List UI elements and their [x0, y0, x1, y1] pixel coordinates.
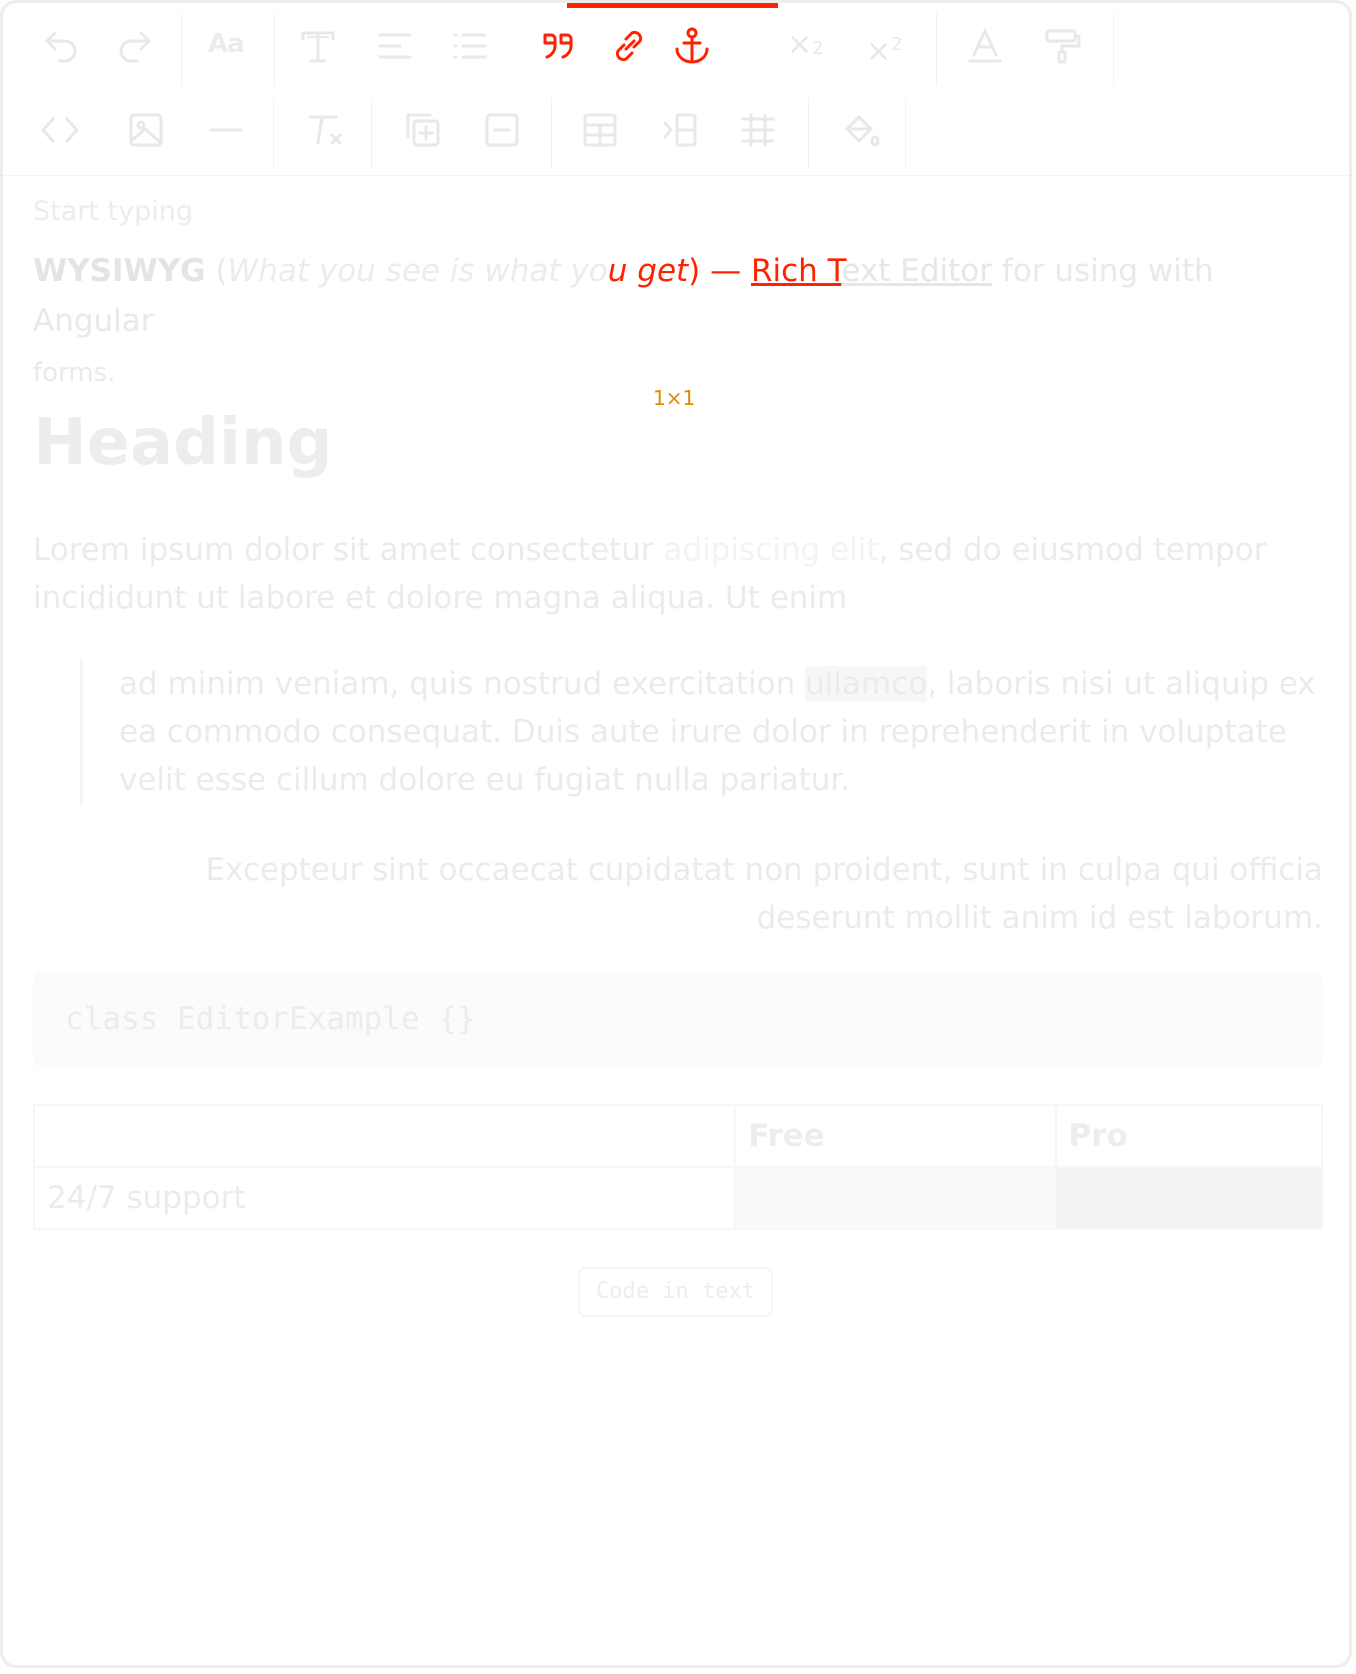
insert-table-button[interactable]	[573, 103, 627, 157]
font-size-icon: Aa	[208, 29, 245, 59]
intro-open-paren: (	[205, 253, 228, 289]
blockquote: ad minim veniam, quis nostrud exercitati…	[80, 660, 1323, 804]
table-header-cell: Free	[734, 1104, 1057, 1168]
intro-link-highlight[interactable]: Rich T	[751, 253, 841, 289]
align-left-icon	[378, 33, 412, 59]
quote-mark: ullamco	[805, 666, 928, 702]
link-icon	[615, 30, 643, 62]
link-button[interactable]	[602, 19, 656, 73]
code-icon	[41, 117, 79, 143]
anchor-button[interactable]	[665, 19, 719, 73]
redo-icon	[119, 31, 151, 63]
bulleted-list-icon	[453, 33, 487, 59]
table-cell	[734, 1166, 1057, 1230]
font-color-icon	[968, 27, 1002, 63]
content-table: Free Pro 24/7 support	[32, 1104, 1323, 1230]
table-icon	[583, 113, 617, 147]
intro-italic: What you see is what yo	[227, 253, 608, 289]
horizontal-rule-icon	[209, 128, 243, 132]
table-header-cell	[32, 1104, 737, 1168]
font-color-button[interactable]	[958, 19, 1012, 73]
add-group-icon	[406, 113, 440, 147]
editor-toolbar: Aa ×2 ×2	[3, 3, 1349, 176]
redo-button[interactable]	[109, 19, 163, 73]
font-size-button[interactable]: Aa	[200, 19, 254, 73]
paint-roller-icon	[1045, 29, 1081, 64]
quote-start: ad minim veniam, quis nostrud exercitati…	[119, 666, 806, 702]
intro-forms: forms.	[33, 358, 116, 388]
clear-format-button[interactable]	[298, 103, 352, 157]
list-button[interactable]	[443, 19, 497, 73]
remove-group-icon	[485, 113, 519, 147]
insert-group-button[interactable]	[396, 103, 450, 157]
horizontal-rule-button[interactable]	[199, 103, 253, 157]
highlight-button[interactable]	[1035, 19, 1089, 73]
align-button[interactable]	[368, 19, 422, 73]
subscript-button[interactable]: ×2	[779, 19, 833, 73]
active-tool-indicator	[567, 3, 778, 8]
superscript-icon: ×2	[866, 34, 903, 69]
paint-bucket-icon	[845, 115, 880, 147]
insert-column-button[interactable]	[731, 103, 785, 157]
toolbar-divider	[3, 175, 1349, 176]
clear-format-icon	[308, 115, 342, 145]
intro-dash: ) —	[688, 253, 751, 289]
quote-button[interactable]	[531, 19, 585, 73]
text-style-icon	[301, 31, 335, 63]
text-style-button[interactable]	[291, 19, 345, 73]
image-icon	[129, 113, 163, 147]
para-muted: adipiscing elit	[663, 532, 879, 568]
subscript-icon: ×2	[787, 27, 824, 62]
table-header-cell: Pro	[1054, 1104, 1323, 1168]
right-aligned-paragraph: Excepteur sint occaecat cupidatat non pr…	[205, 852, 1323, 936]
table-cell	[1054, 1166, 1323, 1230]
table-column-icon	[741, 113, 775, 147]
para-start: Lorem ipsum dolor sit amet consectetur	[33, 532, 664, 568]
image-button[interactable]	[119, 103, 173, 157]
code-block: class EditorExample {}	[33, 972, 1323, 1067]
intro-paragraph: WYSIWYG (What you see is what you get) —…	[33, 246, 1323, 398]
superscript-button[interactable]: ×2	[858, 19, 912, 73]
content-heading: Heading	[33, 406, 333, 480]
lorem-paragraph: Lorem ipsum dolor sit amet consectetur a…	[33, 526, 1323, 622]
quote-icon	[543, 33, 573, 59]
placeholder-text: Start typing	[33, 196, 193, 227]
code-button[interactable]	[33, 103, 87, 157]
intro-link[interactable]: ext Editor	[841, 253, 992, 289]
insert-row-button[interactable]	[653, 103, 707, 157]
remove-group-button[interactable]	[475, 103, 529, 157]
intro-italic-highlight: u get	[607, 253, 689, 289]
cell-color-button[interactable]	[833, 103, 887, 157]
anchor-icon	[675, 27, 709, 64]
table-header-row: Free Pro	[32, 1104, 1323, 1168]
table-cell: 24/7 support	[32, 1166, 737, 1230]
table-row: 24/7 support	[32, 1166, 1323, 1230]
table-size-indicator: 1×1	[653, 386, 696, 410]
table-row-icon	[663, 113, 697, 147]
inline-code: Code in text	[578, 1267, 773, 1317]
intro-bold: WYSIWYG	[33, 253, 206, 289]
undo-button[interactable]	[33, 19, 87, 73]
undo-icon	[45, 31, 77, 63]
